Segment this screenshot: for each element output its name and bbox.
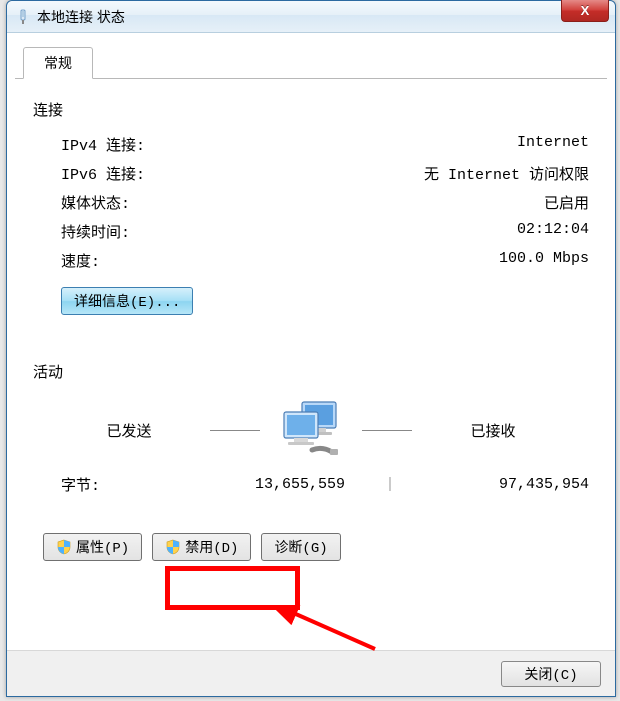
bytes-received: 97,435,954 [395, 476, 589, 493]
status-dialog: 本地连接 状态 X 常规 连接 IPv4 连接 Internet IPv6 连接… [6, 0, 616, 697]
tab-strip: 常规 [15, 47, 607, 79]
action-button-row: 属性(P) 禁用(D) 诊断(G) [33, 533, 589, 561]
properties-button-label: 属性(P) [76, 537, 129, 557]
row-bytes: 字节 13,655,559 | 97,435,954 [33, 470, 589, 499]
client-area: 常规 连接 IPv4 连接 Internet IPv6 连接 无 Interne… [15, 39, 607, 644]
activity-heading: 活动 [33, 361, 589, 382]
computers-icon [276, 398, 346, 462]
window-close-button[interactable]: X [561, 0, 609, 22]
row-speed: 速度 100.0 Mbps [33, 246, 589, 275]
row-duration: 持续时间 02:12:04 [33, 217, 589, 246]
properties-button[interactable]: 属性(P) [43, 533, 142, 561]
row-media-state: 媒体状态 已启用 [33, 188, 589, 217]
duration-label: 持续时间 [61, 221, 130, 242]
speed-label: 速度 [61, 250, 100, 271]
bytes-sent: 13,655,559 [151, 476, 385, 493]
details-button[interactable]: 详细信息(E)... [61, 287, 193, 315]
bytes-label: 字节 [61, 474, 151, 495]
shield-icon [56, 539, 72, 555]
activity-graphic: 已发送 [33, 398, 589, 462]
close-button[interactable]: 关闭(C) [501, 661, 601, 687]
bytes-separator: | [385, 476, 395, 493]
ipv4-value: Internet [517, 134, 589, 155]
duration-value: 02:12:04 [517, 221, 589, 242]
connection-heading: 连接 [33, 99, 589, 120]
graphic-line-left [210, 430, 260, 431]
bottom-bar: 关闭(C) [7, 650, 615, 696]
received-label: 已接收 [428, 420, 558, 441]
tab-general-label: 常规 [44, 53, 72, 73]
details-button-label: 详细信息(E)... [74, 291, 180, 311]
diagnose-button-label: 诊断(G) [274, 537, 327, 557]
tab-general[interactable]: 常规 [23, 47, 93, 79]
graphic-line-right [362, 430, 412, 431]
speed-value: 100.0 Mbps [499, 250, 589, 271]
row-ipv6: IPv6 连接 无 Internet 访问权限 [33, 159, 589, 188]
disable-button[interactable]: 禁用(D) [152, 533, 251, 561]
sent-label: 已发送 [64, 420, 194, 441]
row-ipv4: IPv4 连接 Internet [33, 130, 589, 159]
titlebar[interactable]: 本地连接 状态 X [7, 1, 615, 33]
window-title: 本地连接 状态 [37, 7, 125, 27]
activity-section: 活动 已发送 [33, 361, 589, 499]
ipv4-label: IPv4 连接 [61, 134, 145, 155]
close-button-label: 关闭(C) [524, 668, 577, 684]
disable-button-label: 禁用(D) [185, 537, 238, 557]
shield-icon [165, 539, 181, 555]
network-adapter-icon [15, 9, 31, 25]
media-label: 媒体状态 [61, 192, 130, 213]
ipv6-label: IPv6 连接 [61, 163, 145, 184]
ipv6-value: 无 Internet 访问权限 [424, 163, 589, 184]
close-icon: X [581, 3, 590, 18]
diagnose-button[interactable]: 诊断(G) [261, 533, 340, 561]
tab-content: 连接 IPv4 连接 Internet IPv6 连接 无 Internet 访… [15, 79, 607, 571]
media-value: 已启用 [544, 192, 589, 213]
